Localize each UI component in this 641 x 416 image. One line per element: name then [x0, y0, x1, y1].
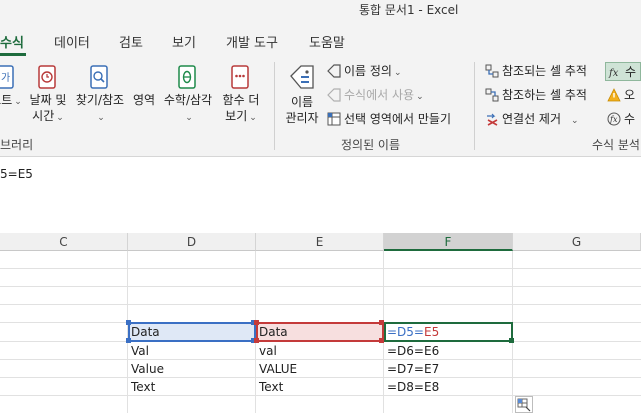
- trace-dependents-label: 참조하는 셀 추적: [502, 88, 587, 102]
- column-header-c[interactable]: C: [0, 233, 128, 251]
- math-functions-button[interactable]: 수학/삼각 ⌄: [160, 64, 216, 126]
- theta-book-icon: [177, 64, 199, 90]
- column-header-f[interactable]: F: [384, 233, 513, 251]
- cell-e8[interactable]: Text: [256, 378, 283, 396]
- tab-data[interactable]: 데이터: [54, 32, 90, 51]
- datetime-functions-button[interactable]: 날짜 및 시간 ⌄: [26, 64, 70, 126]
- tab-review[interactable]: 검토: [119, 32, 143, 51]
- trace-precedents-label: 참조되는 셀 추적: [502, 64, 587, 78]
- function-library-group-label: 브러리: [0, 138, 34, 152]
- tab-view[interactable]: 보기: [172, 32, 196, 51]
- trace-dependents-icon: [485, 88, 499, 102]
- group-separator: [474, 62, 475, 150]
- trace-dependents-button[interactable]: 참조하는 셀 추적: [485, 86, 587, 103]
- name-manager-label-2: 관리자: [285, 111, 319, 125]
- remove-arrows-icon: [485, 112, 499, 126]
- cell-d6[interactable]: Val: [128, 342, 149, 360]
- cell-d8[interactable]: Text: [128, 378, 155, 396]
- show-formulas-label: 수: [625, 65, 637, 79]
- datetime-label-2: 시간: [32, 109, 55, 123]
- tab-formulas[interactable]: 수식: [0, 32, 24, 51]
- create-from-selection-button[interactable]: 선택 영역에서 만들기: [327, 110, 451, 127]
- error-checking-button[interactable]: 오: [607, 86, 635, 103]
- evaluate-formula-button[interactable]: fx 수: [607, 110, 635, 127]
- area-label: 영역: [132, 93, 156, 107]
- fill-handle[interactable]: [509, 338, 514, 343]
- cell-d5[interactable]: Data: [128, 323, 160, 341]
- formula-ref-d5: =D5=: [387, 325, 424, 339]
- name-manager-button[interactable]: 이름 관리자: [282, 62, 322, 126]
- cell-f5[interactable]: =D5=E5: [384, 323, 439, 341]
- svg-text:fx: fx: [609, 115, 618, 124]
- cell-f8[interactable]: =D8=E8: [384, 378, 439, 396]
- clock-book-icon: [37, 64, 59, 90]
- text-book-icon: 가: [0, 64, 17, 90]
- grid-create-icon: [327, 112, 341, 126]
- cell-e5[interactable]: Data: [256, 323, 288, 341]
- window-title: 통합 문서1 - Excel: [359, 3, 459, 17]
- ribbon-tabs: 수식 데이터 검토 보기 개발 도구 도움말: [0, 24, 641, 56]
- cell-e6[interactable]: val: [256, 342, 277, 360]
- title-bar: 통합 문서1 - Excel: [0, 0, 641, 24]
- fx-tag-icon: [327, 88, 341, 102]
- name-tag-icon: [287, 62, 317, 92]
- group-separator: [274, 62, 275, 150]
- math-label: 수학/삼각: [163, 93, 213, 107]
- column-header-d[interactable]: D: [128, 233, 256, 251]
- show-formulas-button[interactable]: fx 수: [605, 62, 641, 81]
- tab-help[interactable]: 도움말: [309, 32, 345, 51]
- evaluate-formula-label: 수: [624, 112, 636, 126]
- svg-text:가: 가: [1, 72, 10, 84]
- trace-precedents-button[interactable]: 참조되는 셀 추적: [485, 62, 587, 79]
- formula-bar-text: 5=E5: [0, 167, 33, 181]
- trace-precedents-icon: [485, 64, 499, 78]
- more-label-2: 보기: [225, 109, 248, 123]
- column-header-e[interactable]: E: [256, 233, 384, 251]
- defined-names-group-label: 정의된 이름: [341, 138, 401, 152]
- remove-arrows-button[interactable]: 연결선 제거 ⌄: [485, 110, 579, 127]
- dots-book-icon: [230, 64, 252, 90]
- define-name-button[interactable]: 이름 정의 ⌄: [327, 62, 402, 79]
- datetime-label-1: 날짜 및: [29, 93, 67, 107]
- evaluate-fx-icon: fx: [607, 112, 621, 126]
- formula-bar[interactable]: 5=E5: [0, 157, 641, 234]
- formula-ref-e5: E5: [423, 325, 440, 339]
- magnifier-book-icon: [89, 64, 111, 90]
- lookup-label: 찾기/참조: [75, 93, 125, 107]
- warning-triangle-icon: [607, 88, 621, 102]
- use-in-formula-button[interactable]: 수식에서 사용 ⌄: [327, 86, 424, 103]
- name-manager-label-1: 이름: [290, 95, 314, 109]
- cell-e7[interactable]: VALUE: [256, 360, 297, 378]
- svg-text:fx: fx: [608, 68, 619, 79]
- cell-f7[interactable]: =D7=E7: [384, 360, 439, 378]
- text-functions-label: 스트: [0, 93, 13, 107]
- cell-f6[interactable]: =D6=E6: [384, 342, 439, 360]
- formula-auditing-group-label: 수식 분석: [592, 138, 640, 152]
- remove-arrows-label: 연결선 제거: [502, 112, 562, 126]
- more-label-1: 함수 더: [222, 93, 260, 107]
- area-button[interactable]: 영역: [130, 64, 158, 108]
- tab-developer[interactable]: 개발 도구: [226, 32, 278, 51]
- error-checking-label: 오: [624, 88, 636, 102]
- use-in-formula-label: 수식에서 사용: [344, 88, 415, 102]
- column-header-g[interactable]: G: [513, 233, 641, 251]
- define-name-label: 이름 정의: [344, 64, 392, 78]
- quick-analysis-button[interactable]: [515, 396, 533, 413]
- more-functions-button[interactable]: 함수 더 보기 ⌄: [218, 64, 264, 126]
- tag-icon: [327, 64, 341, 78]
- text-functions-button[interactable]: 가 스트⌄: [0, 64, 22, 110]
- lookup-functions-button[interactable]: 찾기/참조 ⌄: [72, 64, 128, 126]
- create-from-selection-label: 선택 영역에서 만들기: [344, 112, 451, 126]
- show-formulas-icon: fx: [608, 65, 622, 79]
- quick-analysis-icon: [517, 398, 531, 412]
- cell-d7[interactable]: Value: [128, 360, 164, 378]
